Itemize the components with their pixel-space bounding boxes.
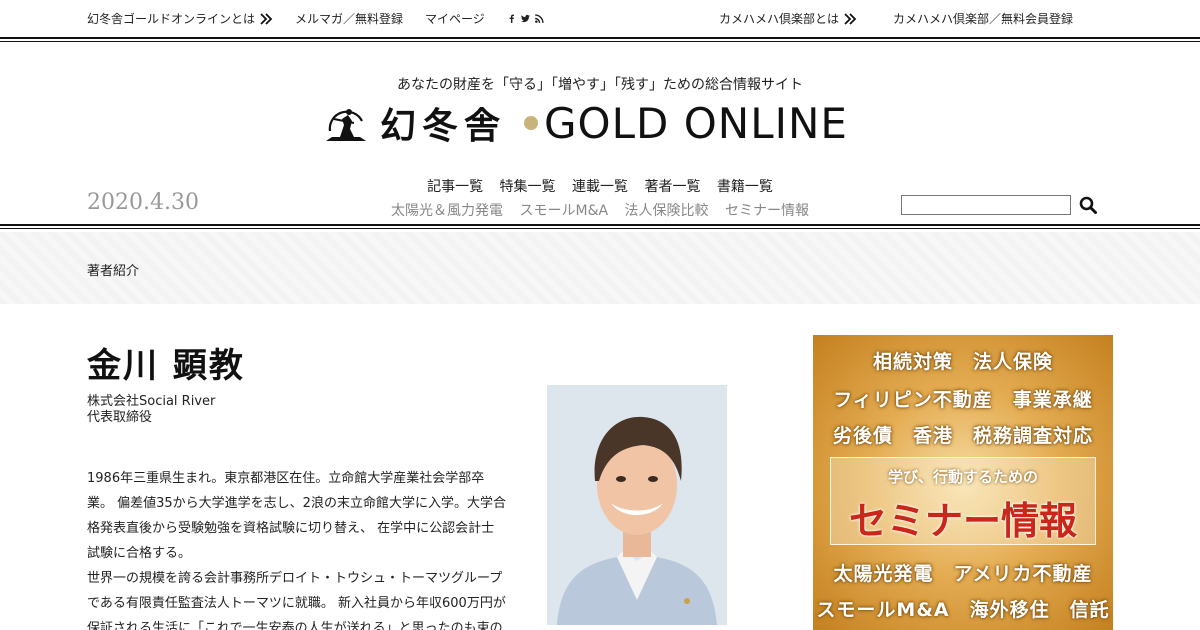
- bio-line: である有限責任監査法人トーマツに就職。 新入社員から年収600万円が: [87, 596, 506, 611]
- mailmag-link[interactable]: メルマガ／無料登録: [295, 10, 403, 27]
- site-tagline: あなたの財産を「守る」「増やす」「残す」ための総合情報サイト: [397, 77, 803, 93]
- bio-line: 保証される生活に「これで一生安泰の人生が送れる」と思ったのも束の: [87, 621, 503, 630]
- social-links: [507, 14, 544, 23]
- header-bottom-rule: [0, 224, 1200, 229]
- facebook-icon[interactable]: [507, 14, 516, 23]
- breadcrumb: 著者紹介: [87, 264, 140, 279]
- logo-kanji: 幻冬舎: [380, 105, 507, 147]
- bio-line: 試験に合格する。: [87, 546, 192, 561]
- kamehameha-register-link[interactable]: カメハメハ倶楽部／無料会員登録: [893, 10, 1073, 27]
- nav-seminar[interactable]: セミナー情報: [725, 203, 809, 219]
- bio-line: 世界一の規模を誇る会計事務所デロイト・トウシュ・トーマツグループ: [87, 571, 503, 586]
- double-chevron-right-icon: [260, 12, 273, 25]
- about-link[interactable]: 幻冬舎ゴールドオンラインとは: [87, 10, 273, 27]
- search-form: [901, 195, 1097, 215]
- ad-highlight-box: 学び、行動するための セミナー情報: [830, 457, 1096, 545]
- about-link-label: 幻冬舎ゴールドオンラインとは: [87, 12, 256, 26]
- author-portrait-icon: [547, 385, 727, 625]
- ad-row: 相続対策 法人保険: [872, 351, 1053, 373]
- author-name: 金川 顕教: [87, 346, 245, 386]
- bio-line: 格発表直後から受験勉強を資格試験に切り替え、 在学中に公認会計士: [87, 521, 495, 536]
- nav-small-ma[interactable]: スモールM&A: [519, 203, 608, 219]
- logo-gold-dot: [524, 116, 539, 130]
- kamehameha-about-link[interactable]: カメハメハ倶楽部とは: [719, 10, 857, 27]
- ad-row: 劣後債 香港 税務調査対応: [832, 425, 1093, 447]
- mypage-link[interactable]: マイページ: [425, 10, 485, 27]
- search-input[interactable]: [901, 195, 1071, 215]
- author-affiliation: 株式会社Social River 代表取締役: [87, 394, 215, 426]
- nav-solar-wind[interactable]: 太陽光＆風力発電: [391, 203, 503, 219]
- bio-line: 1986年三重県生まれ。東京都港区在住。立命館大学産業社会学部卒: [87, 471, 485, 486]
- top-bar-right: カメハメハ倶楽部とは カメハメハ倶楽部／無料会員登録: [719, 10, 1073, 27]
- header-top-rule: [0, 37, 1200, 42]
- logo-text: GOLD ONLINE: [544, 98, 848, 148]
- nav-corporate-insurance[interactable]: 法人保険比較: [625, 203, 709, 219]
- author-photo: [547, 385, 727, 625]
- ad-row: 太陽光発電 アメリカ不動産: [833, 563, 1093, 585]
- ad-subtitle: 学び、行動するための: [887, 468, 1038, 486]
- ad-headline: セミナー情報: [848, 498, 1077, 543]
- top-bar: 幻冬舎ゴールドオンラインとは メルマガ／無料登録 マイページ カメハメハ倶楽部と…: [0, 0, 1200, 36]
- nav-features[interactable]: 特集一覧: [500, 179, 556, 195]
- logo-mark-icon: [326, 109, 366, 141]
- rss-icon[interactable]: [534, 14, 544, 23]
- author-bio: 1986年三重県生まれ。東京都港区在住。立命館大学産業社会学部卒 業。 偏差値3…: [87, 466, 537, 630]
- seminar-ad-banner[interactable]: 相続対策 法人保険 フィリピン不動産 事業承継 劣後債 香港 税務調査対応 学び…: [813, 335, 1113, 630]
- ad-row: フィリピン不動産 事業承継: [833, 389, 1093, 411]
- nav-books[interactable]: 書籍一覧: [717, 179, 773, 195]
- nav-series[interactable]: 連載一覧: [572, 179, 628, 195]
- author-company: 株式会社Social River: [87, 394, 216, 409]
- breadcrumb-band: 著者紹介: [0, 232, 1200, 304]
- twitter-icon[interactable]: [520, 14, 530, 23]
- nav-authors[interactable]: 著者一覧: [644, 179, 700, 195]
- nav-articles[interactable]: 記事一覧: [427, 179, 483, 195]
- bio-line: 業。 偏差値35から大学進学を志し、2浪の末立命館大学に入学。大学合: [87, 496, 506, 511]
- top-bar-left: 幻冬舎ゴールドオンラインとは メルマガ／無料登録 マイページ: [87, 10, 544, 27]
- author-title: 代表取締役: [87, 410, 153, 425]
- site-logo[interactable]: 幻冬舎 GOLD ONLINE: [322, 98, 882, 148]
- current-date: 2020.4.30: [87, 190, 199, 215]
- kamehameha-about-label: カメハメハ倶楽部とは: [718, 12, 839, 26]
- ad-row: スモールM&A 海外移住 信託: [816, 599, 1110, 621]
- search-icon[interactable]: [1079, 196, 1097, 214]
- double-chevron-right-icon: [844, 12, 857, 25]
